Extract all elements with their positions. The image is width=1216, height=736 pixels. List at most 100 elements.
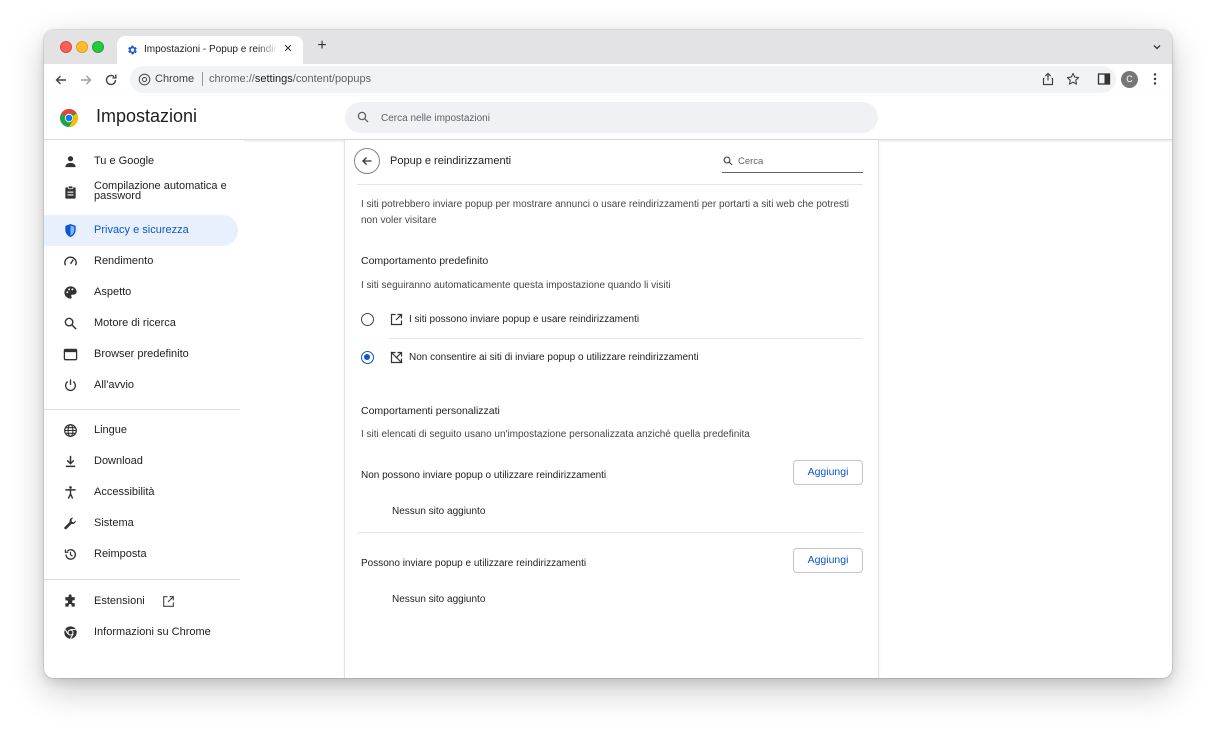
custom-behavior-subtext: I siti elencati di seguito usano un'impo… [361,429,750,440]
sidebar-divider [44,579,240,580]
radio-allow-label: I siti possono inviare popup e usare rei… [409,314,640,325]
sidebar-item-label: Aspetto [94,286,132,298]
download-icon [65,455,76,468]
search-icon [357,111,369,123]
sidebar-item-label: Compilazione automatica e password [94,180,227,202]
omnibox-divider [202,72,203,86]
sidebar-item-downloads[interactable]: Download [44,446,238,477]
back-arrow-icon [362,157,372,165]
url-prefix: chrome:// [209,73,255,85]
gear-icon [128,45,137,55]
sidebar-item-reset[interactable]: Reimposta [44,539,238,570]
subpage-search-input[interactable] [738,154,858,168]
subpage-title: Popup e reindirizzamenti [390,155,512,167]
forward-arrow-icon[interactable] [78,72,94,88]
search-icon [64,317,77,330]
chrome-icon [138,73,151,86]
close-window-button[interactable] [60,41,72,53]
external-link-icon [163,596,174,607]
tab-close-icon[interactable]: ✕ [281,42,295,56]
sidebar-item-on-startup[interactable]: All'avvio [44,370,238,401]
share-icon[interactable] [1041,72,1055,86]
radio-allow[interactable] [361,313,374,326]
shield-icon [65,223,76,238]
clipboard-icon [65,185,76,199]
sidebar-item-autofill[interactable]: Compilazione automatica e password [44,177,238,208]
palette-icon [64,286,77,299]
sidebar-item-system[interactable]: Sistema [44,508,238,539]
open-in-new-icon [390,313,403,326]
globe-icon [64,424,77,437]
sidebar-item-label: Download [94,455,143,467]
allowed-empty-state: Nessun sito aggiunto [392,594,486,605]
option-divider [389,338,863,339]
browser-window-icon [63,348,78,361]
profile-avatar[interactable]: C [1121,71,1138,88]
reload-icon[interactable] [103,72,119,88]
tab-strip: Impostazioni - Popup e reindirizzamenti … [44,30,1172,64]
person-icon [65,156,76,168]
sidebar-item-performance[interactable]: Rendimento [44,246,238,277]
settings-header: Impostazioni [44,96,1172,140]
omnibox-site-label: Chrome [155,73,195,85]
main-panel: Popup e reindirizzamenti I siti potrebbe… [344,140,879,678]
url-text: chrome://settings/content/popups [209,73,371,85]
subpage-search [722,152,863,173]
url-path: /content/popups [292,73,372,85]
custom-behavior-heading: Comportamenti personalizzati [361,405,500,417]
sidebar-item-label: Accessibilità [94,486,155,498]
url-host: settings [254,73,293,85]
sidebar-item-label: Lingue [94,424,128,436]
default-behavior-heading: Comportamento predefinito [361,255,489,267]
sidebar-item-appearance[interactable]: Aspetto [44,277,238,308]
sidebar-item-label: Informazioni su Chrome [94,626,211,638]
settings-search [345,102,878,133]
radio-block-label: Non consentire ai siti di inviare popup … [409,352,699,363]
address-bar[interactable]: Chrome chrome://settings/content/popups [130,66,1116,93]
settings-search-input[interactable] [381,109,861,127]
speedometer-icon [64,256,77,266]
page-title: Impostazioni [96,106,198,126]
sidebar-item-label: Rendimento [94,255,154,267]
section-divider [357,532,863,533]
browser-window: Impostazioni - Popup e reindirizzamenti … [44,30,1172,678]
add-blocked-site-button[interactable]: Aggiungi [793,460,863,485]
add-allowed-site-button[interactable]: Aggiungi [793,548,863,573]
sidebar-item-label: All'avvio [94,379,135,391]
chrome-icon [64,626,77,639]
tab-settings[interactable]: Impostazioni - Popup e reindirizzamenti … [117,36,303,64]
blocked-sites-label: Non possono inviare popup o utilizzare r… [361,470,607,481]
back-button[interactable] [354,148,380,174]
star-icon[interactable] [1066,72,1080,86]
radio-block[interactable] [361,351,374,364]
browser-toolbar: Chrome chrome://settings/content/popups … [44,64,1172,96]
chevron-down-icon[interactable] [1152,42,1162,52]
side-panel-icon[interactable] [1097,72,1111,86]
chrome-logo-icon [60,109,79,127]
search-icon [723,156,733,166]
sidebar-item-you-and-google[interactable]: Tu e Google [44,146,238,177]
blocked-empty-state: Nessun sito aggiunto [392,506,486,517]
accessibility-icon [65,486,76,499]
sidebar-divider [44,409,240,410]
more-menu-icon[interactable] [1148,72,1162,86]
sidebar-item-search-engine[interactable]: Motore di ricerca [44,308,238,339]
sidebar-item-label: Motore di ricerca [94,317,176,329]
minimize-window-button[interactable] [76,41,88,53]
history-icon [64,549,76,560]
sidebar-item-accessibility[interactable]: Accessibilità [44,477,238,508]
sidebar-item-label: Reimposta [94,548,147,560]
radio-option-block[interactable]: Non consentire ai siti di inviare popup … [357,341,863,375]
sidebar-item-label: Tu e Google [94,155,155,167]
radio-option-allow[interactable]: I siti possono inviare popup e usare rei… [357,303,863,337]
tab-title: Impostazioni - Popup e reindirizzamenti [144,44,278,55]
maximize-window-button[interactable] [92,41,104,53]
sidebar-item-about-chrome[interactable]: Informazioni su Chrome [44,617,238,648]
back-arrow-icon[interactable] [53,72,69,88]
header-divider [357,184,863,185]
sidebar-item-languages[interactable]: Lingue [44,415,238,446]
sidebar-item-privacy[interactable]: Privacy e sicurezza [44,215,238,246]
sidebar-item-extensions[interactable]: Estensioni [44,586,238,617]
new-tab-button[interactable]: + [314,38,330,54]
sidebar-item-default-browser[interactable]: Browser predefinito [44,339,238,370]
